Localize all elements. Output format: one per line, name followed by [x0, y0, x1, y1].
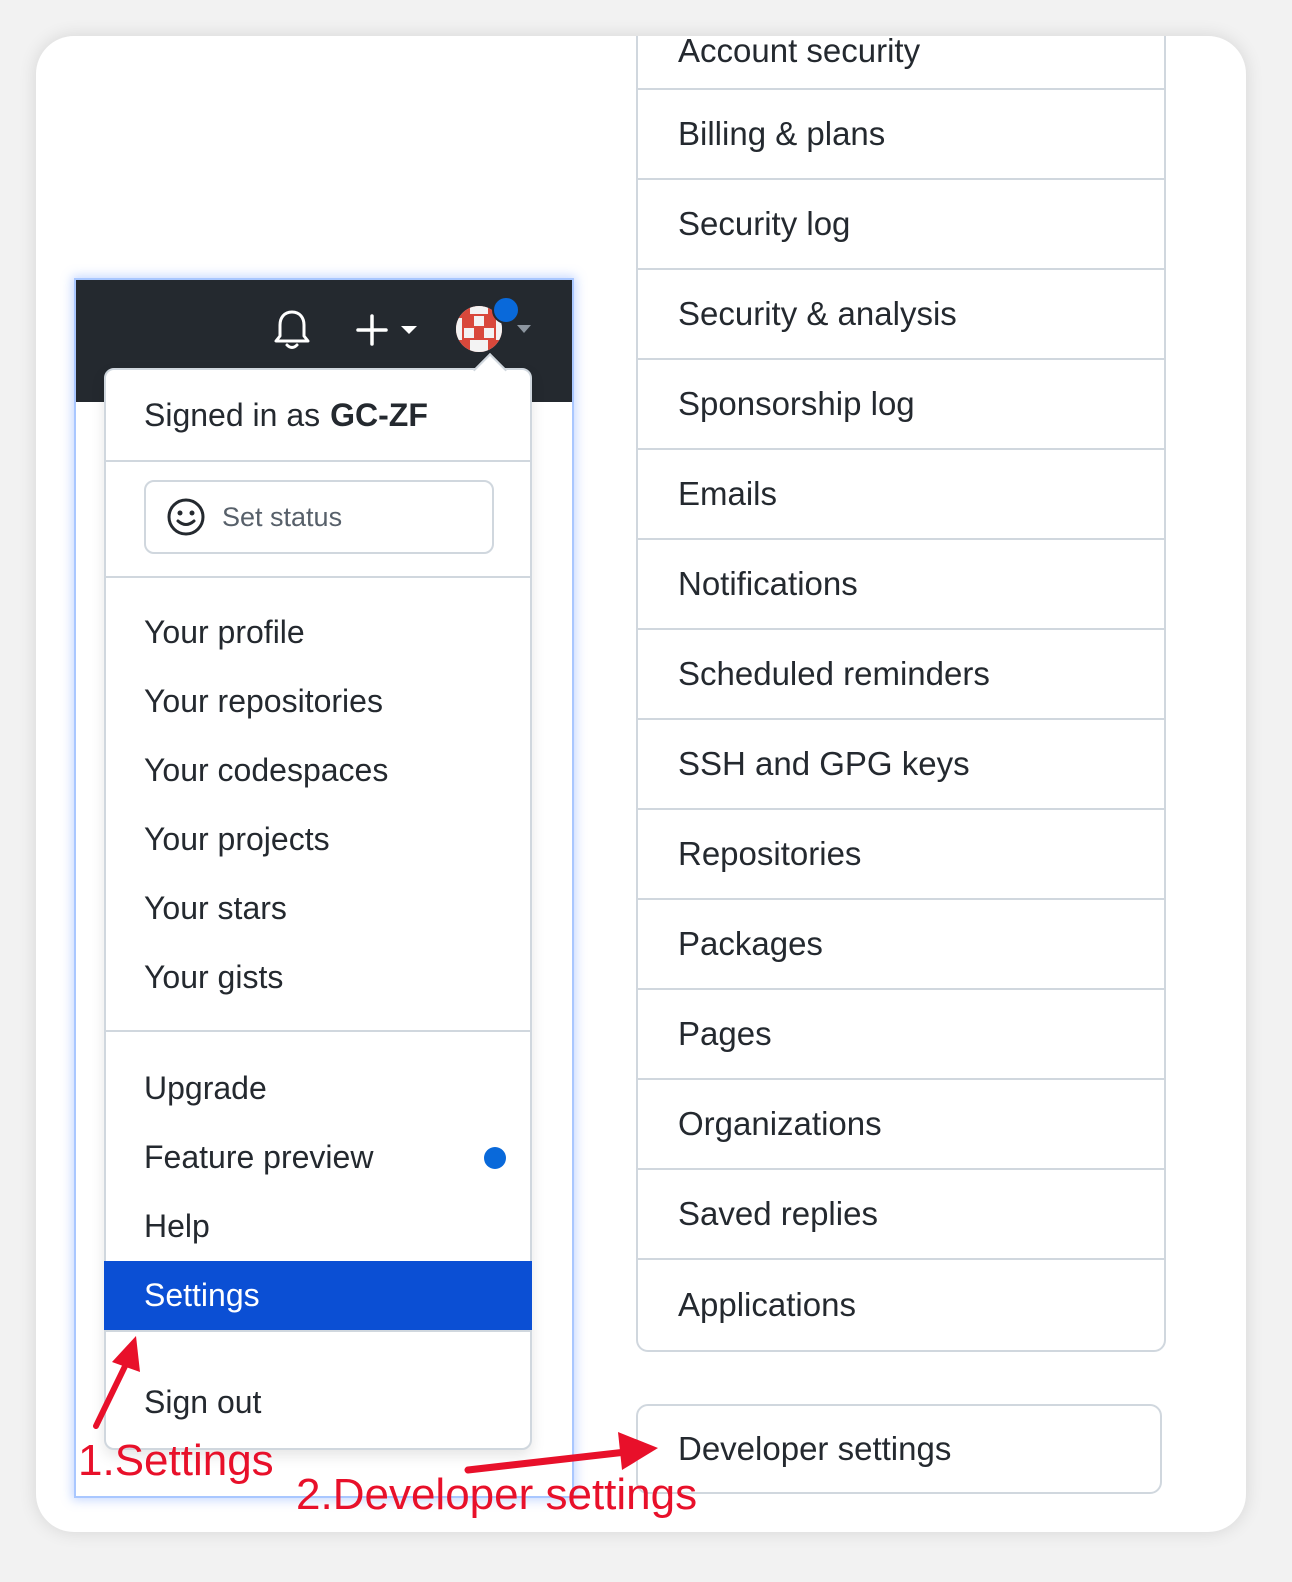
menu-group-personal: Your profile Your repositories Your code… [106, 578, 530, 1032]
settings-item-sponsorship-log[interactable]: Sponsorship log [638, 360, 1164, 450]
settings-sidebar: Account security Billing & plans Securit… [636, 36, 1166, 1352]
menu-item-your-stars[interactable]: Your stars [106, 874, 530, 943]
settings-item-scheduled-reminders[interactable]: Scheduled reminders [638, 630, 1164, 720]
notification-dot [492, 296, 520, 324]
smiley-icon [167, 498, 205, 536]
feature-preview-label: Feature preview [144, 1139, 374, 1175]
menu-item-your-repositories[interactable]: Your repositories [106, 667, 530, 736]
menu-item-your-profile[interactable]: Your profile [106, 598, 530, 667]
settings-item-developer-settings[interactable]: Developer settings [636, 1404, 1162, 1494]
chevron-down-icon[interactable] [516, 324, 532, 334]
menu-item-your-gists[interactable]: Your gists [106, 943, 530, 1012]
menu-item-help[interactable]: Help [106, 1192, 530, 1261]
user-menu: Signed in as GC-ZF Set status Your profi… [104, 353, 532, 1450]
feature-preview-dot [484, 1147, 506, 1169]
menu-item-upgrade[interactable]: Upgrade [106, 1054, 530, 1123]
settings-item-account-security[interactable]: Account security [638, 36, 1164, 90]
screenshot-card: Account security Billing & plans Securit… [36, 36, 1246, 1532]
status-section: Set status [106, 462, 530, 578]
settings-item-notifications[interactable]: Notifications [638, 540, 1164, 630]
signed-in-header: Signed in as GC-ZF [106, 370, 530, 462]
menu-item-sign-out[interactable]: Sign out [106, 1368, 530, 1437]
settings-item-packages[interactable]: Packages [638, 900, 1164, 990]
settings-item-ssh-gpg-keys[interactable]: SSH and GPG keys [638, 720, 1164, 810]
settings-item-billing[interactable]: Billing & plans [638, 90, 1164, 180]
signed-in-prefix: Signed in as [144, 396, 321, 433]
menu-item-your-codespaces[interactable]: Your codespaces [106, 736, 530, 805]
username: GC-ZF [330, 396, 428, 433]
bell-icon[interactable] [272, 308, 312, 352]
settings-item-security-log[interactable]: Security log [638, 180, 1164, 270]
menu-item-settings[interactable]: Settings [104, 1261, 532, 1330]
menu-group-account: Upgrade Feature preview Help Settings [104, 1032, 532, 1332]
settings-item-saved-replies[interactable]: Saved replies [638, 1170, 1164, 1260]
menu-item-your-projects[interactable]: Your projects [106, 805, 530, 874]
set-status-button[interactable]: Set status [144, 480, 494, 554]
plus-icon[interactable] [354, 312, 390, 348]
settings-item-applications[interactable]: Applications [638, 1260, 1164, 1350]
annotation-step2: 2.Developer settings [296, 1470, 698, 1519]
annotation-step1: 1.Settings [78, 1436, 274, 1485]
settings-item-emails[interactable]: Emails [638, 450, 1164, 540]
settings-item-repositories[interactable]: Repositories [638, 810, 1164, 900]
set-status-label: Set status [222, 501, 343, 532]
user-dropdown-panel: Signed in as GC-ZF Set status Your profi… [76, 280, 572, 1496]
settings-item-pages[interactable]: Pages [638, 990, 1164, 1080]
settings-item-organizations[interactable]: Organizations [638, 1080, 1164, 1170]
chevron-down-icon[interactable] [400, 324, 418, 336]
menu-group-signout: Sign out [106, 1332, 530, 1437]
menu-item-feature-preview[interactable]: Feature preview [106, 1123, 530, 1192]
settings-item-security-analysis[interactable]: Security & analysis [638, 270, 1164, 360]
